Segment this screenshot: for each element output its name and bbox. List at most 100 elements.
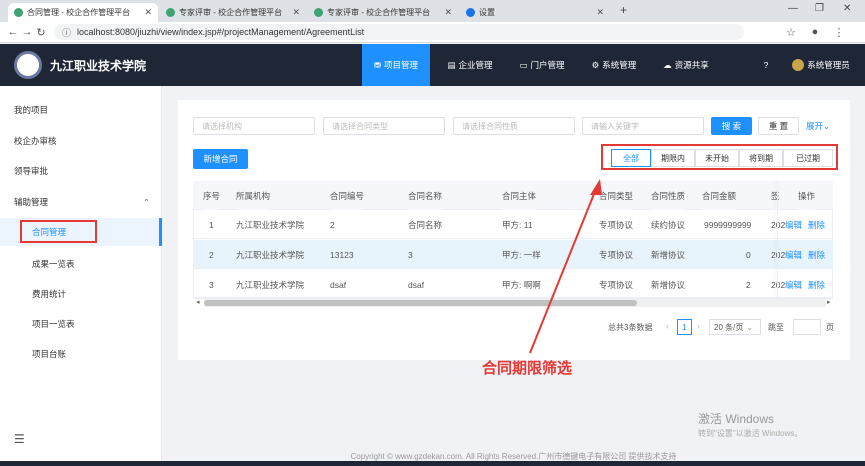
goto-label: 跳至: [768, 323, 784, 332]
star-icon[interactable]: ☆: [784, 26, 798, 39]
restore-window-icon[interactable]: ❐: [815, 3, 824, 14]
browser-tab[interactable]: 合同管理 - 校企合作管理平台 ✕: [8, 3, 158, 22]
sidebar-item-results[interactable]: 成果一览表: [0, 250, 162, 278]
page-size-select[interactable]: 20 条/页 ⌄: [709, 319, 761, 335]
site-info-icon[interactable]: ⓘ: [62, 26, 71, 39]
delete-link[interactable]: 删除: [808, 210, 825, 239]
windows-activation-title: 激活 Windows: [698, 412, 775, 426]
scroll-right-icon[interactable]: ▸: [827, 298, 831, 306]
url-field[interactable]: ⓘ localhost:8080/jiuzhi/view/index.jsp#/…: [54, 24, 744, 40]
col-header: 合同性质: [651, 181, 686, 210]
col-header: 合同名称: [408, 181, 443, 210]
chevron-down-icon: ⌄: [746, 322, 754, 332]
edit-link[interactable]: 编辑: [785, 240, 802, 269]
browser-tab[interactable]: 专家评审 - 校企合作管理平台 ✕: [160, 3, 306, 22]
annotation-arrow: [529, 179, 602, 354]
browser-tab[interactable]: 设置 ✕: [460, 3, 610, 22]
sidebar-item-project-ledger[interactable]: 项目台账: [0, 340, 162, 368]
sidebar-item-school-review[interactable]: 校企办审核: [0, 127, 162, 155]
contract-nature-select[interactable]: 请选择合同性质: [453, 117, 575, 135]
minimize-window-icon[interactable]: —: [788, 3, 798, 14]
close-tab-icon[interactable]: ✕: [444, 7, 452, 18]
col-header: 所属机构: [236, 181, 271, 210]
cell-code: 2: [330, 219, 335, 230]
sidebar-item-leader-approval[interactable]: 领导审批: [0, 157, 162, 185]
sidebar-item-my-projects[interactable]: 我的项目: [0, 96, 162, 124]
cell-org: 九江职业技术学院: [236, 279, 305, 290]
nav-system-management[interactable]: ⚙ 系统管理: [580, 44, 648, 86]
cell-sign: 202: [771, 279, 786, 290]
col-header: 合同编号: [330, 181, 365, 210]
windows-activation-hint: 转到"设置"以激活 Windows。: [698, 429, 803, 438]
expand-filters-link[interactable]: 展开⌄: [806, 120, 830, 132]
prev-page-icon[interactable]: ‹: [666, 321, 669, 331]
delete-link[interactable]: 删除: [808, 240, 825, 269]
site-favicon-icon: [14, 8, 23, 17]
avatar: [792, 59, 805, 71]
period-expiring[interactable]: 将到期: [739, 149, 783, 167]
period-all[interactable]: 全部: [611, 149, 651, 167]
collapse-menu-icon[interactable]: ☰: [14, 432, 25, 446]
reload-icon[interactable]: ↻: [34, 26, 48, 39]
arrow-shaft: [529, 188, 597, 354]
nav-resource-sharing[interactable]: ☁ 资源共享: [652, 44, 720, 86]
cell-index: 1: [209, 219, 214, 230]
add-contract-button[interactable]: 新增合同: [193, 149, 248, 169]
period-not-started[interactable]: 未开始: [695, 149, 739, 167]
nav-enterprise-management[interactable]: ▤ 企业管理: [436, 44, 504, 86]
forward-icon[interactable]: →: [20, 26, 34, 38]
highlight-box: [20, 220, 97, 243]
chevron-down-icon: ⌄: [823, 121, 831, 131]
edit-link[interactable]: 编辑: [785, 270, 802, 299]
close-tab-icon[interactable]: ✕: [292, 7, 300, 18]
sidebar-item-expenses[interactable]: 费用统计: [0, 280, 162, 308]
col-header: 序号: [203, 181, 221, 210]
contract-type-select[interactable]: 请选择合同类型: [323, 117, 445, 135]
sidebar-item-project-list[interactable]: 项目一览表: [0, 310, 162, 338]
profile-icon[interactable]: ●: [808, 26, 822, 38]
period-within[interactable]: 期限内: [651, 149, 695, 167]
delete-link[interactable]: 删除: [808, 270, 825, 299]
gear-icon: ⚙: [591, 59, 600, 70]
menu-icon[interactable]: ⋮: [832, 26, 846, 39]
site-favicon-icon: [166, 8, 175, 17]
browser-tab[interactable]: 专家评审 - 校企合作管理平台 ✕: [308, 3, 458, 22]
cell-index: 2: [209, 249, 214, 260]
portal-icon: ▭: [519, 59, 528, 70]
help-icon[interactable]: ?: [756, 44, 776, 86]
close-tab-icon[interactable]: ✕: [596, 7, 604, 18]
cell-code: 13123: [330, 249, 354, 260]
user-menu[interactable]: 系统管理员: [782, 44, 860, 86]
col-header: 签: [771, 181, 780, 210]
cell-org: 九江职业技术学院: [236, 219, 305, 230]
close-tab-icon[interactable]: ✕: [144, 7, 152, 18]
scroll-left-icon[interactable]: ◂: [196, 298, 200, 306]
cell-nature: 续约协议: [651, 219, 686, 230]
col-header: 操作: [798, 181, 816, 210]
cell-name: dsaf: [408, 279, 425, 290]
taskbar-edge: [0, 461, 865, 466]
new-tab-icon[interactable]: +: [620, 3, 627, 17]
school-logo: [14, 51, 42, 79]
back-icon[interactable]: ←: [6, 26, 20, 38]
edit-link[interactable]: 编辑: [785, 210, 802, 239]
close-window-icon[interactable]: ✕: [843, 3, 851, 14]
project-icon: ⛃: [373, 59, 382, 70]
search-button[interactable]: 搜 索: [711, 117, 752, 135]
goto-page-input[interactable]: [793, 319, 821, 335]
chevron-up-icon: ⌃: [142, 196, 150, 207]
period-expired[interactable]: 已过期: [783, 149, 833, 167]
nav-portal-management[interactable]: ▭ 门户管理: [508, 44, 576, 86]
nav-project-management[interactable]: ⛃ 项目管理: [362, 44, 430, 86]
sidebar-item-auxiliary[interactable]: 辅助管理 ⌃: [0, 188, 162, 216]
org-select[interactable]: 请选择机构: [193, 117, 315, 135]
next-page-icon[interactable]: ›: [697, 321, 700, 331]
keyword-input[interactable]: 请输入关键字: [582, 117, 704, 135]
fixed-column-divider: [777, 181, 778, 298]
page-number[interactable]: 1: [677, 319, 692, 335]
total-count: 总共3条数据: [608, 323, 653, 332]
cell-code: dsaf: [330, 279, 347, 290]
browser-tab-bar: 合同管理 - 校企合作管理平台 ✕ 专家评审 - 校企合作管理平台 ✕ 专家评审…: [0, 0, 865, 22]
reset-button[interactable]: 重 置: [758, 117, 799, 135]
col-header: 合同金额: [702, 181, 737, 210]
